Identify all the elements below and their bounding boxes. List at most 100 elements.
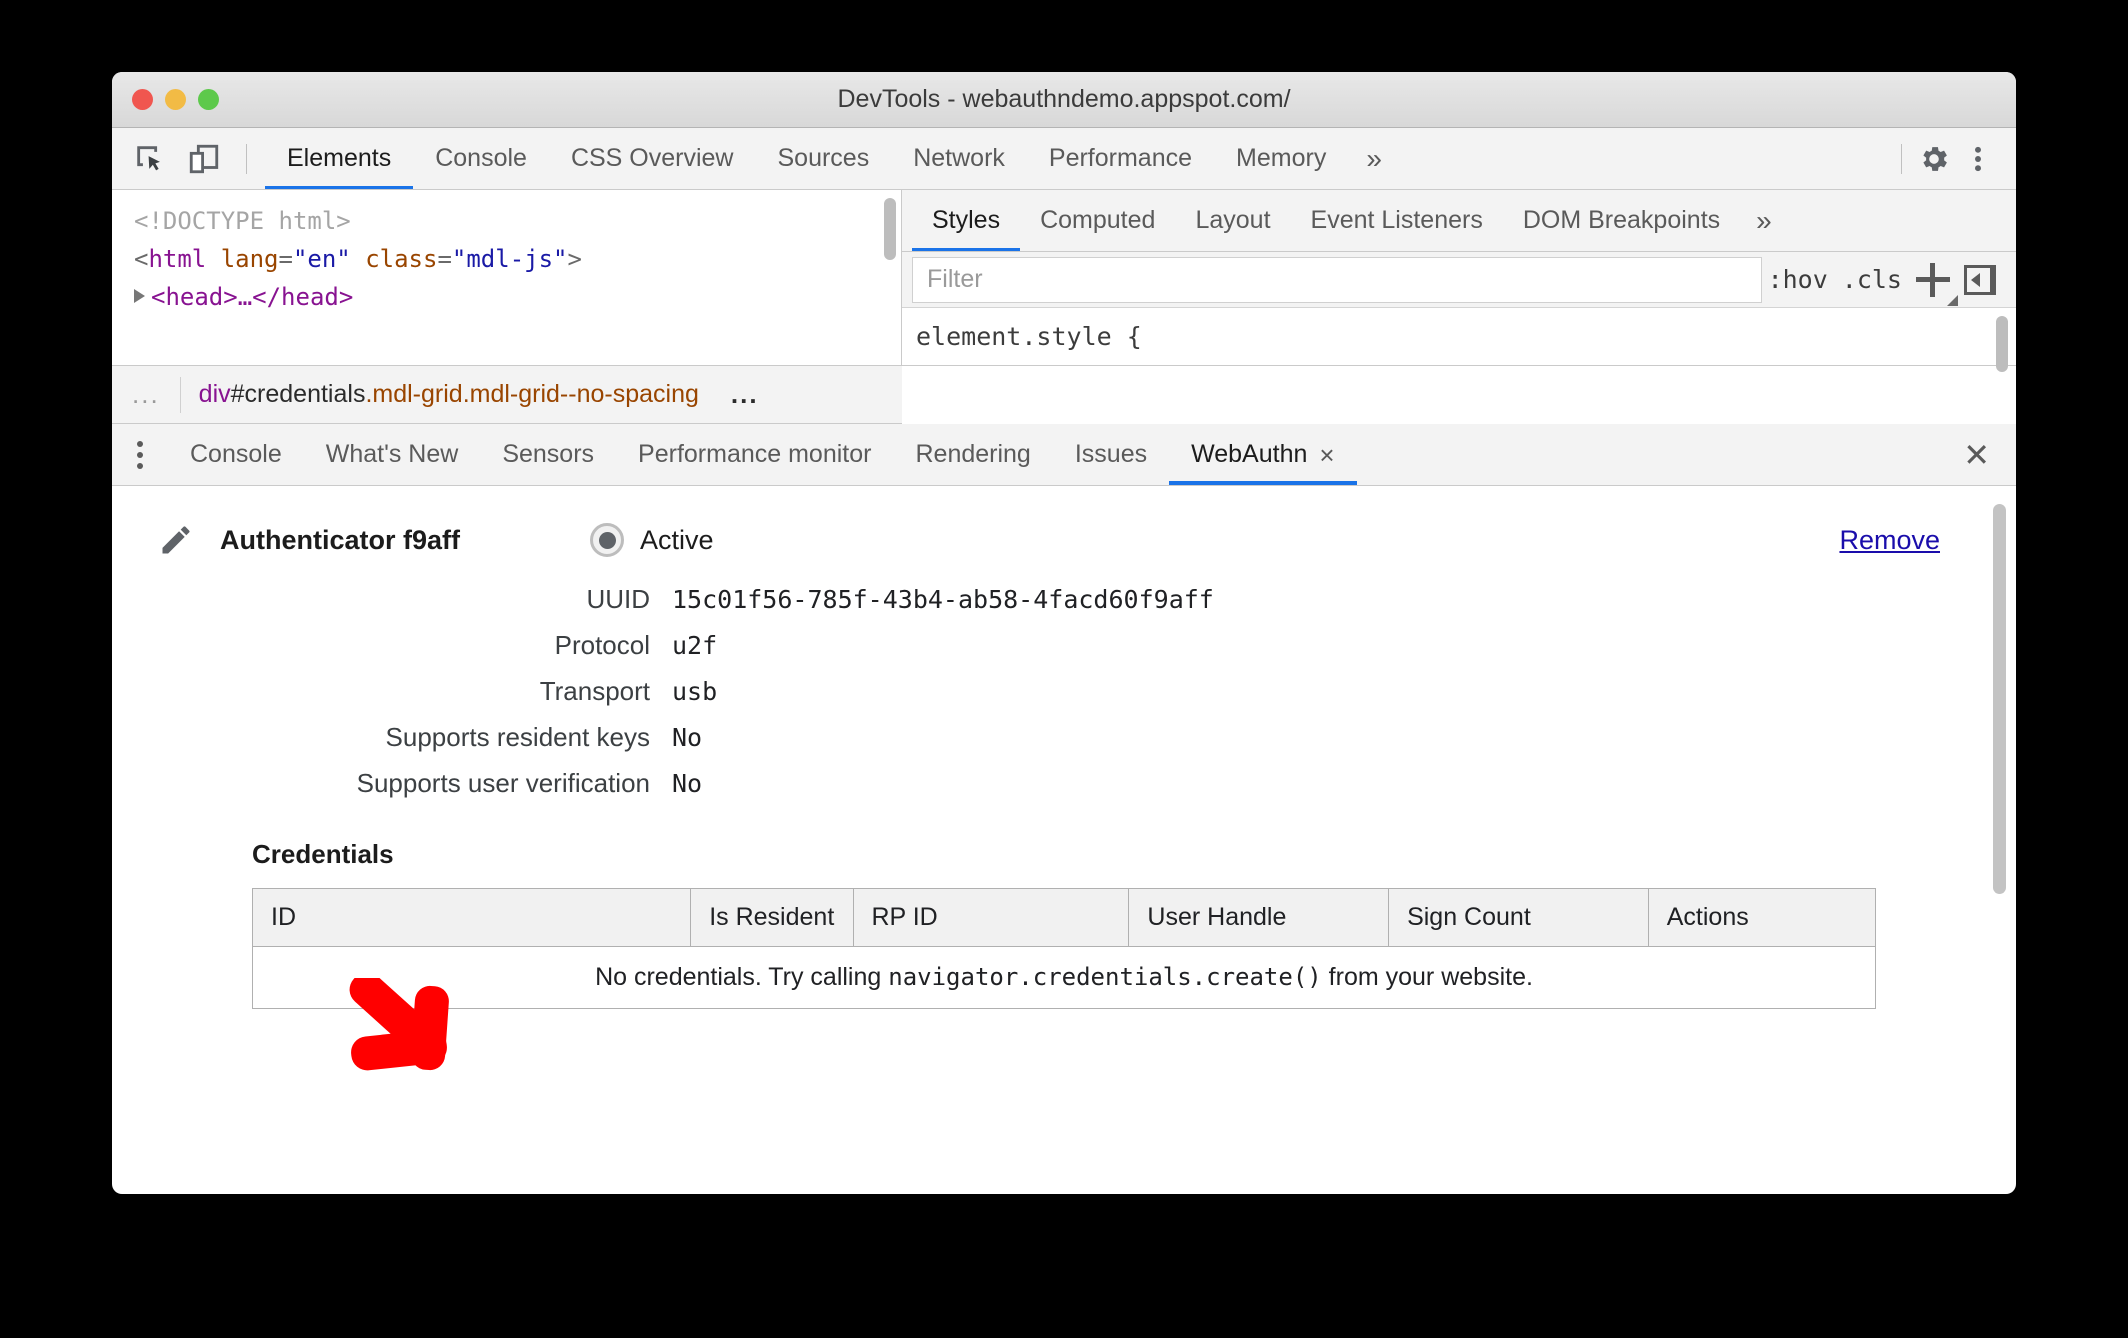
- authenticator-details: UUID 15c01f56-785f-43b4-ab58-4facd60f9af…: [112, 584, 2016, 799]
- elements-styles-split: <!DOCTYPE html> <html lang="en" class="m…: [112, 190, 2016, 372]
- drawer-tab-rendering-label: Rendering: [915, 440, 1031, 468]
- detail-row-uuid: UUID 15c01f56-785f-43b4-ab58-4facd60f9af…: [112, 584, 2016, 615]
- drawer-tab-sensors[interactable]: Sensors: [480, 424, 616, 485]
- breadcrumb-overflow-left[interactable]: ...: [112, 379, 180, 410]
- tab-memory[interactable]: Memory: [1214, 128, 1348, 189]
- tab-layout[interactable]: Layout: [1175, 190, 1290, 251]
- tab-console-label: Console: [435, 144, 527, 172]
- active-radio-dot: [598, 531, 616, 549]
- empty-message-code: navigator.credentials.create(): [888, 963, 1322, 991]
- authenticator-title: Authenticator f9aff: [220, 524, 461, 555]
- tab-styles[interactable]: Styles: [912, 190, 1021, 251]
- drawer-tab-whats-new-label: What's New: [325, 440, 459, 468]
- detail-label-resident-keys: Supports resident keys: [385, 722, 650, 752]
- drawer-tab-rendering[interactable]: Rendering: [893, 424, 1052, 485]
- close-window-button[interactable]: [132, 89, 153, 110]
- more-styles-tabs-chevron-icon[interactable]: »: [1740, 190, 1788, 251]
- webauthn-scrollbar[interactable]: [1993, 504, 2006, 894]
- tab-performance[interactable]: Performance: [1027, 128, 1214, 189]
- gear-icon[interactable]: [1914, 139, 1954, 179]
- breadcrumb-id: #credentials: [230, 380, 366, 408]
- drawer-tab-performance-monitor[interactable]: Performance monitor: [616, 424, 893, 485]
- tab-sources-label: Sources: [777, 144, 870, 172]
- drawer-tab-console-label: Console: [190, 440, 282, 468]
- drawer-tab-console[interactable]: Console: [168, 424, 304, 485]
- plus-dropdown-caret-icon: [1947, 294, 1958, 306]
- active-radio-button[interactable]: [590, 523, 625, 557]
- webauthn-panel: Authenticator f9aff Active Remove UUID 1…: [112, 486, 2016, 1026]
- tab-layout-label: Layout: [1195, 206, 1271, 234]
- attr-lang-name: lang: [220, 245, 279, 273]
- close-webauthn-tab-icon[interactable]: ×: [1319, 442, 1334, 468]
- screenshot-root: DevTools - webauthndemo.appspot.com/ Ele…: [0, 0, 2128, 1338]
- breadcrumb-overflow-right[interactable]: ...: [717, 379, 773, 410]
- kebab-menu-icon[interactable]: [1958, 139, 1998, 179]
- dom-line-head[interactable]: <head>…</head>: [134, 278, 901, 316]
- drawer-tab-webauthn[interactable]: WebAuthn ×: [1169, 424, 1358, 485]
- tab-styles-label: Styles: [932, 206, 1001, 234]
- col-header-sign-count[interactable]: Sign Count: [1388, 888, 1649, 947]
- tab-css-overview[interactable]: CSS Overview: [549, 128, 756, 189]
- tab-dom-breakpoints[interactable]: DOM Breakpoints: [1503, 190, 1740, 251]
- drawer-tab-issues-label: Issues: [1074, 440, 1148, 468]
- drawer-tab-sensors-label: Sensors: [502, 440, 595, 468]
- breadcrumb-classes: .mdl-grid.mdl-grid--no-spacing: [365, 380, 699, 408]
- col-header-is-resident[interactable]: Is Resident: [690, 888, 854, 947]
- element-style-rule-header[interactable]: element.style {: [902, 308, 2016, 351]
- drawer-tab-list: Console What's New Sensors Performance m…: [112, 424, 2016, 486]
- doctype-token: <!DOCTYPE html>: [134, 207, 351, 235]
- toolbar-divider-right: [1901, 143, 1902, 174]
- styles-filter-input[interactable]: Filter: [912, 256, 1762, 303]
- credentials-table-head: ID Is Resident RP ID User Handle Sign Co…: [252, 888, 1876, 947]
- styles-filter-tools: :hov .cls: [1768, 262, 2016, 306]
- tab-console[interactable]: Console: [413, 128, 549, 189]
- tab-elements[interactable]: Elements: [265, 128, 414, 189]
- dom-line-html[interactable]: <html lang="en" class="mdl-js">: [134, 240, 901, 278]
- detail-row-resident-keys: Supports resident keys No: [112, 722, 2016, 753]
- dom-tree-pane[interactable]: <!DOCTYPE html> <html lang="en" class="m…: [112, 190, 902, 365]
- toggle-sidebar-icon[interactable]: [1964, 264, 1996, 295]
- dom-tree-scrollbar[interactable]: [884, 198, 896, 260]
- zoom-window-button[interactable]: [198, 89, 219, 110]
- styles-filter-bar: Filter :hov .cls: [902, 252, 2016, 308]
- breadcrumb-item-div-credentials[interactable]: div#credentials.mdl-grid.mdl-grid--no-sp…: [181, 380, 717, 409]
- col-header-actions[interactable]: Actions: [1648, 888, 1876, 947]
- close-drawer-icon[interactable]: ✕: [1937, 424, 2016, 485]
- detail-value-uuid: 15c01f56-785f-43b4-ab58-4facd60f9aff: [672, 585, 1214, 614]
- pencil-icon[interactable]: [154, 522, 198, 558]
- col-header-rp-id[interactable]: RP ID: [853, 888, 1130, 947]
- minimize-window-button[interactable]: [165, 89, 186, 110]
- active-radio-group[interactable]: Active: [590, 523, 714, 557]
- hov-toggle-button[interactable]: :hov: [1768, 265, 1828, 294]
- expand-triangle-icon[interactable]: [134, 289, 145, 303]
- empty-message-prefix: No credentials. Try calling: [595, 963, 889, 991]
- tab-sources[interactable]: Sources: [756, 128, 892, 189]
- empty-message-suffix: from your website.: [1321, 963, 1533, 991]
- cls-toggle-button[interactable]: .cls: [1842, 265, 1902, 294]
- drawer-kebab-menu-icon[interactable]: [112, 424, 168, 485]
- drawer-tab-webauthn-label: WebAuthn: [1191, 440, 1308, 468]
- tab-event-listeners[interactable]: Event Listeners: [1291, 190, 1503, 251]
- tab-network[interactable]: Network: [891, 128, 1027, 189]
- window-title: DevTools - webauthndemo.appspot.com/: [837, 85, 1291, 113]
- toolbar-right-group: [1893, 128, 2016, 189]
- drawer-tab-issues[interactable]: Issues: [1053, 424, 1169, 485]
- panel-tab-list: Elements Console CSS Overview Sources Ne…: [265, 128, 1893, 189]
- detail-label-uuid: UUID: [586, 584, 650, 614]
- styles-scrollbar[interactable]: [1996, 316, 2008, 372]
- remove-authenticator-link[interactable]: Remove: [1839, 525, 1940, 556]
- drawer-tab-whats-new[interactable]: What's New: [304, 424, 481, 485]
- col-header-user-handle[interactable]: User Handle: [1128, 888, 1390, 947]
- dom-line-doctype[interactable]: <!DOCTYPE html>: [134, 202, 901, 240]
- tab-performance-label: Performance: [1048, 144, 1193, 172]
- col-header-id[interactable]: ID: [252, 888, 692, 947]
- detail-value-transport: usb: [672, 677, 718, 706]
- tab-network-label: Network: [913, 144, 1005, 172]
- tab-computed[interactable]: Computed: [1020, 190, 1175, 251]
- plus-icon[interactable]: [1916, 262, 1958, 306]
- device-toolbar-icon[interactable]: [184, 139, 224, 179]
- more-panels-chevron-icon[interactable]: »: [1348, 128, 1400, 189]
- tab-css-overview-label: CSS Overview: [570, 144, 734, 172]
- inspect-element-icon[interactable]: [130, 139, 170, 179]
- credentials-empty-cell: No credentials. Try calling navigator.cr…: [252, 946, 1876, 1009]
